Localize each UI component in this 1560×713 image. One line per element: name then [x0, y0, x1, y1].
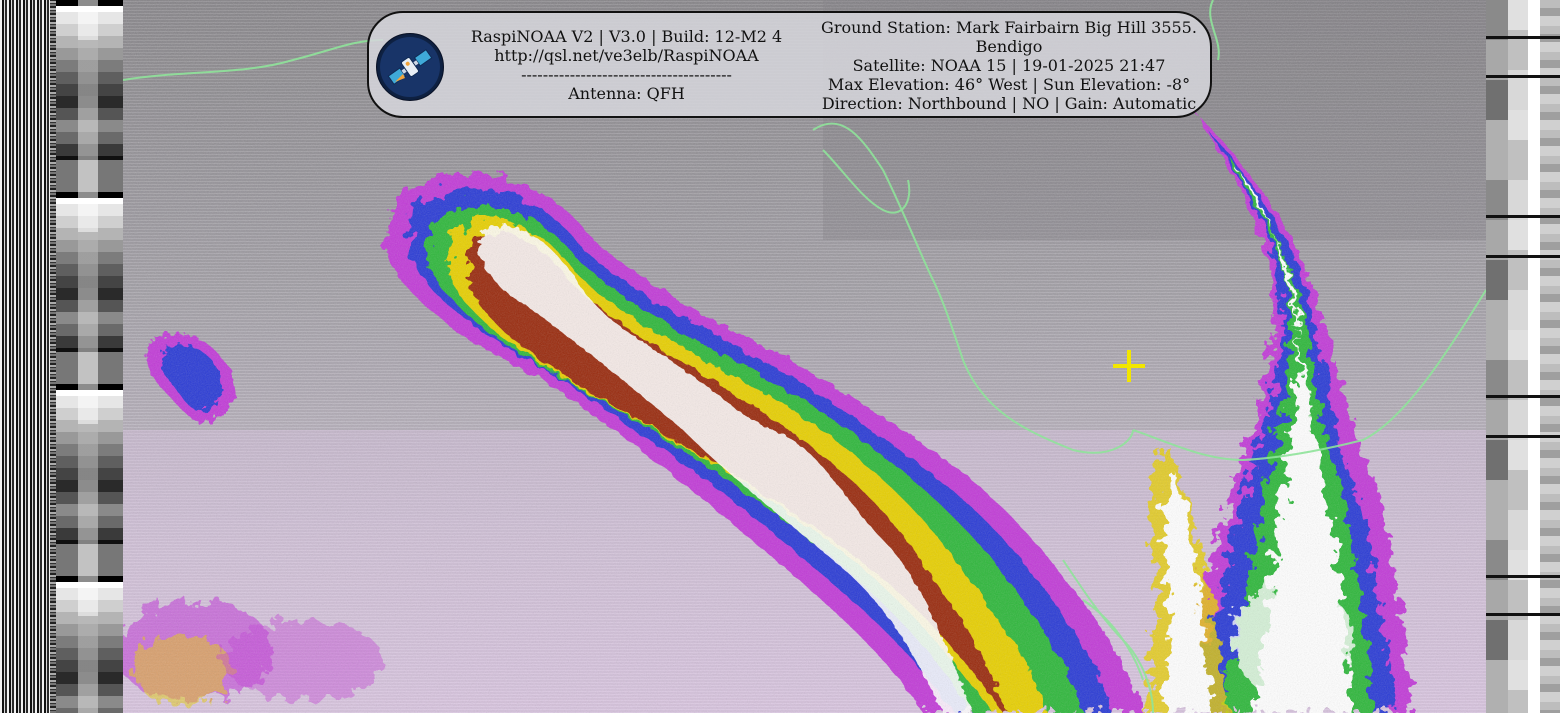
- project-url: http://qsl.net/ve3elb/RaspiNOAA: [494, 46, 759, 65]
- satellite-line: Satellite: NOAA 15 | 19-01-2025 21:47: [852, 56, 1166, 75]
- telemetry-band-a: [1486, 0, 1508, 713]
- telemetry-divider: [1486, 613, 1560, 616]
- elevation-line: Max Elevation: 46° West | Sun Elevation:…: [827, 75, 1191, 94]
- antenna-line: Antenna: QFH: [568, 84, 685, 103]
- telemetry-divider: [1486, 75, 1560, 78]
- calibration-wedges: [56, 0, 123, 713]
- telemetry-divider: [1486, 395, 1560, 398]
- telemetry-divider: [1486, 435, 1560, 438]
- app-version-line: RaspiNOAA V2 | V3.0 | Build: 12-M2 4: [470, 27, 783, 46]
- telemetry-divider: [1486, 215, 1560, 218]
- sync-bars: [0, 0, 50, 713]
- satellite-icon: [376, 33, 444, 101]
- telemetry-divider: [1486, 575, 1560, 578]
- telemetry-band-d: [1540, 0, 1560, 713]
- direction-line: Direction: Northbound | NO | Gain: Autom…: [821, 94, 1197, 113]
- separator-line: ---------------------------------------: [521, 65, 732, 84]
- right-telemetry-strip: [1486, 0, 1560, 713]
- telemetry-divider: [1486, 36, 1560, 39]
- ground-station-line: Ground Station: Mark Fairbairn Big Hill …: [821, 18, 1197, 37]
- info-banner: RaspiNOAA V2 | V3.0 | Build: 12-M2 4 htt…: [367, 11, 1212, 118]
- telemetry-band-c: [1528, 0, 1540, 713]
- right-info-block: Ground Station: Mark Fairbairn Big Hill …: [809, 18, 1209, 113]
- telemetry-divider: [1486, 255, 1560, 258]
- ground-station-city: Bendigo: [975, 37, 1043, 56]
- left-telemetry-strip: [0, 0, 123, 713]
- telemetry-band-b: [1508, 0, 1528, 713]
- left-info-block: RaspiNOAA V2 | V3.0 | Build: 12-M2 4 htt…: [449, 27, 804, 103]
